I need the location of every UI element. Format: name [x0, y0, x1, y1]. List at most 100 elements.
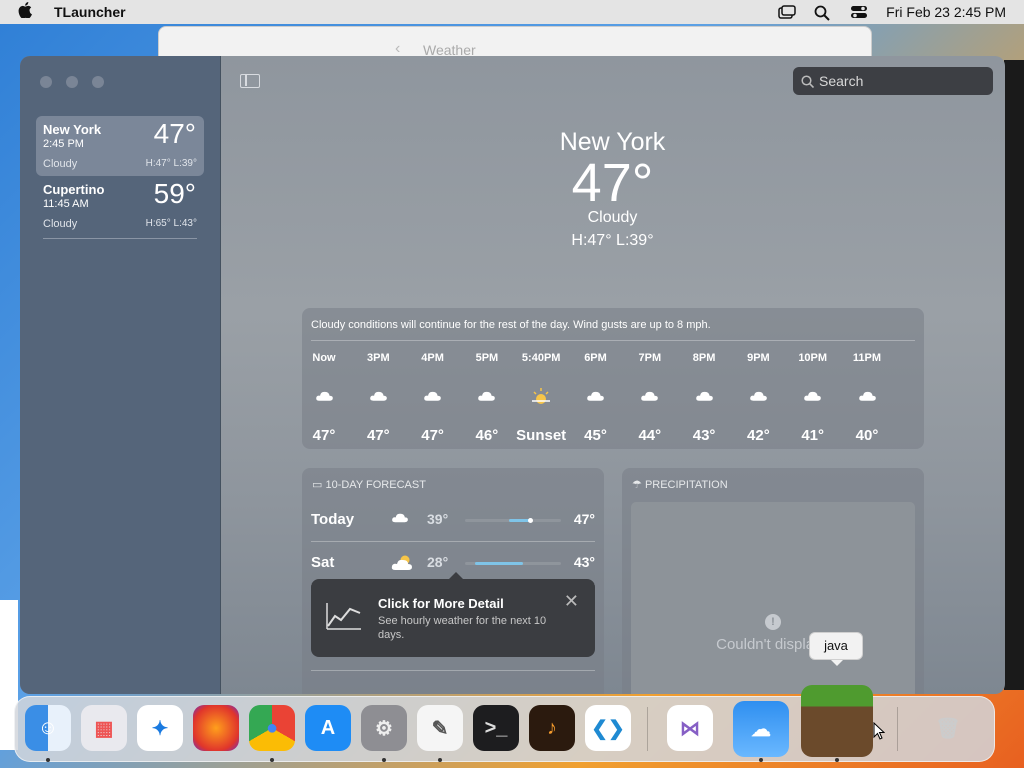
precipitation-header: ☂ PRECIPITATION — [632, 478, 728, 491]
zoom-window-button[interactable] — [92, 76, 104, 88]
hour-label: 11PM — [852, 352, 882, 364]
hour-column: 8PM 43° — [677, 352, 731, 444]
running-indicator — [46, 758, 50, 762]
hourly-forecast-card[interactable]: Cloudy conditions will continue for the … — [302, 308, 924, 449]
search-placeholder: Search — [819, 73, 864, 89]
active-app-name[interactable]: TLauncher — [54, 4, 126, 20]
city-high-low: H:47° L:39° — [145, 158, 197, 169]
sidebar-toggle-icon[interactable] — [240, 74, 260, 88]
day-name: Today — [311, 511, 355, 528]
hour-label: 6PM — [584, 352, 607, 364]
cloud-icon — [460, 376, 514, 416]
hour-label: 9PM — [747, 352, 770, 364]
hour-column: 5PM 46° — [460, 352, 514, 444]
day-high: 47° — [573, 511, 595, 527]
umbrella-icon: ☂ — [632, 479, 642, 491]
city-item-cupertino[interactable]: Cupertino 11:45 AM 59° Cloudy H:65° L:43… — [36, 176, 204, 239]
finder-icon[interactable]: ☺ — [25, 705, 71, 751]
weather-app-icon[interactable]: ☁ — [733, 701, 789, 757]
hour-label: 10PM — [798, 352, 828, 364]
divider — [311, 340, 915, 341]
chrome-icon[interactable]: ● — [249, 705, 295, 751]
menubar-clock[interactable]: Fri Feb 23 2:45 PM — [886, 4, 1006, 20]
dock-hover-label: java — [809, 632, 863, 666]
running-indicator — [759, 758, 763, 762]
running-indicator — [438, 758, 442, 762]
divider — [311, 670, 595, 671]
hour-temp: 41° — [801, 427, 825, 444]
dock-separator — [647, 707, 648, 751]
hour-temp: 47° — [421, 427, 444, 444]
precipitation-header-label: PRECIPITATION — [644, 479, 728, 491]
hour-column: 6PM 45° — [569, 352, 623, 444]
partly-sunny-icon — [391, 553, 415, 576]
search-icon — [801, 75, 814, 88]
running-indicator — [835, 758, 839, 762]
hour-temp: 44° — [638, 427, 662, 444]
terminal-icon[interactable]: >_ — [473, 705, 519, 751]
safari-icon[interactable]: ✦ — [137, 705, 183, 751]
ten-day-header: ▭ 10-DAY FORECAST — [312, 478, 426, 491]
city-temp: 59° — [153, 178, 196, 209]
hour-label: 8PM — [692, 352, 716, 364]
hour-column: 3PM 47° — [351, 352, 405, 444]
menu-bar: TLauncher Fri Feb 23 2:45 PM — [0, 0, 1024, 24]
search-input[interactable]: Search — [793, 67, 993, 95]
spotlight-search-icon[interactable] — [814, 5, 832, 21]
trash-icon[interactable]: 🗑 — [925, 705, 971, 751]
cloud-icon — [297, 376, 351, 416]
system-settings-icon[interactable]: ⚙ — [361, 705, 407, 751]
hour-temp: 47° — [312, 427, 336, 444]
cloud-icon — [391, 510, 409, 528]
hour-temp: 47° — [366, 427, 390, 444]
firefox-icon[interactable] — [193, 705, 239, 751]
cloud-icon — [623, 376, 677, 416]
cloud-icon — [786, 376, 840, 416]
hour-label: 5:40PM — [521, 352, 561, 364]
weather-window: New York 2:45 PM 47° Cloudy H:47° L:39° … — [20, 56, 1005, 694]
precipitation-card[interactable]: ☂ PRECIPITATION ! Couldn't display t — [622, 468, 924, 694]
textedit-icon[interactable]: ✎ — [417, 705, 463, 751]
control-center-icon[interactable] — [850, 5, 868, 19]
cloud-icon — [569, 376, 623, 416]
chart-line-icon — [326, 601, 362, 636]
hour-temp: 40° — [855, 427, 879, 444]
minimize-window-button[interactable] — [66, 76, 78, 88]
hour-label: 7PM — [638, 352, 662, 364]
apple-menu-icon[interactable] — [18, 1, 34, 23]
window-controls — [40, 76, 104, 88]
cloud-icon — [731, 376, 785, 416]
city-condition: Cloudy — [43, 158, 78, 170]
sunset-icon — [514, 376, 568, 416]
hour-column: 9PM 42° — [731, 352, 785, 444]
precipitation-map[interactable]: ! Couldn't display t — [631, 502, 915, 694]
window-icon[interactable] — [778, 5, 796, 19]
tooltip-title: Click for More Detail — [378, 596, 504, 611]
divider — [43, 238, 197, 239]
visual-studio-icon[interactable]: ⋈ — [667, 705, 713, 751]
background-dark-strip — [1004, 60, 1024, 690]
city-condition: Cloudy — [43, 218, 78, 230]
close-window-button[interactable] — [40, 76, 52, 88]
minecraft-java-icon[interactable] — [801, 685, 873, 757]
map-error-message: Couldn't display t — [716, 636, 830, 653]
cloud-icon — [840, 376, 894, 416]
garageband-icon[interactable]: ♪ — [529, 705, 575, 751]
more-detail-tooltip[interactable]: Click for More Detail See hourly weather… — [311, 572, 595, 657]
launchpad-icon[interactable]: ▦ — [81, 705, 127, 751]
mouse-cursor-icon — [873, 721, 886, 745]
app-store-icon[interactable]: A — [305, 705, 351, 751]
dock: ☺ ▦ ✦ ● A ⚙ ✎ >_ ♪ ❮❯ ⋈ ☁ 🗑 — [14, 685, 995, 762]
close-icon[interactable]: ✕ — [564, 591, 579, 612]
cloud-icon — [406, 376, 460, 416]
hour-label: 4PM — [421, 352, 444, 364]
hour-column: Now 47° — [297, 352, 351, 444]
city-item-new-york[interactable]: New York 2:45 PM 47° Cloudy H:47° L:39° — [36, 116, 204, 176]
forecast-day-row[interactable]: Today 39° 47° — [311, 502, 595, 542]
hour-temp: 46° — [475, 427, 499, 444]
vscode-icon[interactable]: ❮❯ — [585, 705, 631, 751]
current-high-low: H:47° L:39° — [571, 232, 654, 249]
day-low: 28° — [427, 554, 449, 570]
hour-label: 5PM — [475, 352, 499, 364]
cloud-icon — [351, 376, 405, 416]
